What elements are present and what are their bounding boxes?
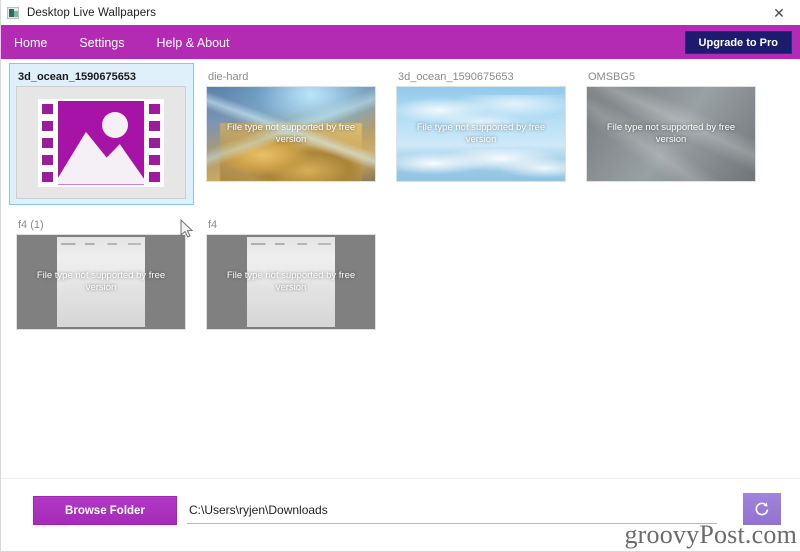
wallpaper-thumbnail[interactable]: File type not supported by free version [16,234,186,330]
window-title: Desktop Live Wallpapers [27,6,157,19]
wallpaper-card[interactable]: f4 (1) File type not supported by free ve… [9,211,194,353]
wallpaper-gallery: 3d_ocean_1590675653 die-hard File type not… [1,59,800,479]
upgrade-to-pro-button[interactable]: Upgrade to Pro [684,31,792,54]
wallpaper-thumbnail[interactable]: File type not supported by free version [586,86,756,182]
menu-item-help-about[interactable]: Help & About [141,26,246,59]
browse-folder-button[interactable]: Browse Folder [33,496,177,525]
wallpaper-label: 3d_ocean_1590675653 [18,71,137,83]
app-window: Desktop Live Wallpapers ✕ Home Settings … [0,0,800,552]
unsupported-overlay-text: File type not supported by free version [416,122,546,145]
wallpaper-thumbnail[interactable]: File type not supported by free version [396,86,566,182]
watermark: groovyPost.com [624,520,797,549]
wallpaper-label: die-hard [208,71,249,83]
wallpaper-thumbnail[interactable]: File type not supported by free version [206,86,376,182]
unsupported-overlay-text: File type not supported by free version [226,122,356,145]
wallpaper-card[interactable]: OMSBG5 File type not supported by free ve… [579,63,764,205]
wallpaper-thumbnail[interactable] [16,86,186,199]
wallpaper-grid: 3d_ocean_1590675653 die-hard File type not… [1,59,800,330]
menu-item-home[interactable]: Home [1,26,63,59]
wallpaper-card[interactable]: f4 File type not supported by free versio… [199,211,384,353]
wallpaper-label: 3d_ocean_1590675653 [398,71,514,83]
app-icon [7,6,19,19]
refresh-icon [755,502,769,516]
wallpaper-label: f4 [208,219,218,231]
wallpaper-label: OMSBG5 [588,71,636,83]
close-icon[interactable]: ✕ [757,0,800,25]
unsupported-overlay-text: File type not supported by free version [606,122,736,145]
menu-item-settings[interactable]: Settings [63,26,140,59]
wallpaper-card[interactable]: 3d_ocean_1590675653 [9,63,194,205]
wallpaper-card[interactable]: 3d_ocean_1590675653 File type not support… [389,63,574,205]
unsupported-overlay-text: File type not supported by free version [36,270,166,293]
title-bar: Desktop Live Wallpapers ✕ [1,0,800,26]
bottom-bar: Browse Folder C:\Users\ryjen\Downloads g… [1,478,800,551]
wallpaper-thumbnail[interactable]: File type not supported by free version [206,234,376,330]
wallpaper-card[interactable]: die-hard File type not supported by free … [199,63,384,205]
unsupported-overlay-text: File type not supported by free version [226,270,356,293]
wallpaper-label: f4 (1) [18,219,44,231]
menu-bar: Home Settings Help & About Upgrade to Pr… [1,26,800,59]
image-placeholder-icon [38,98,164,187]
